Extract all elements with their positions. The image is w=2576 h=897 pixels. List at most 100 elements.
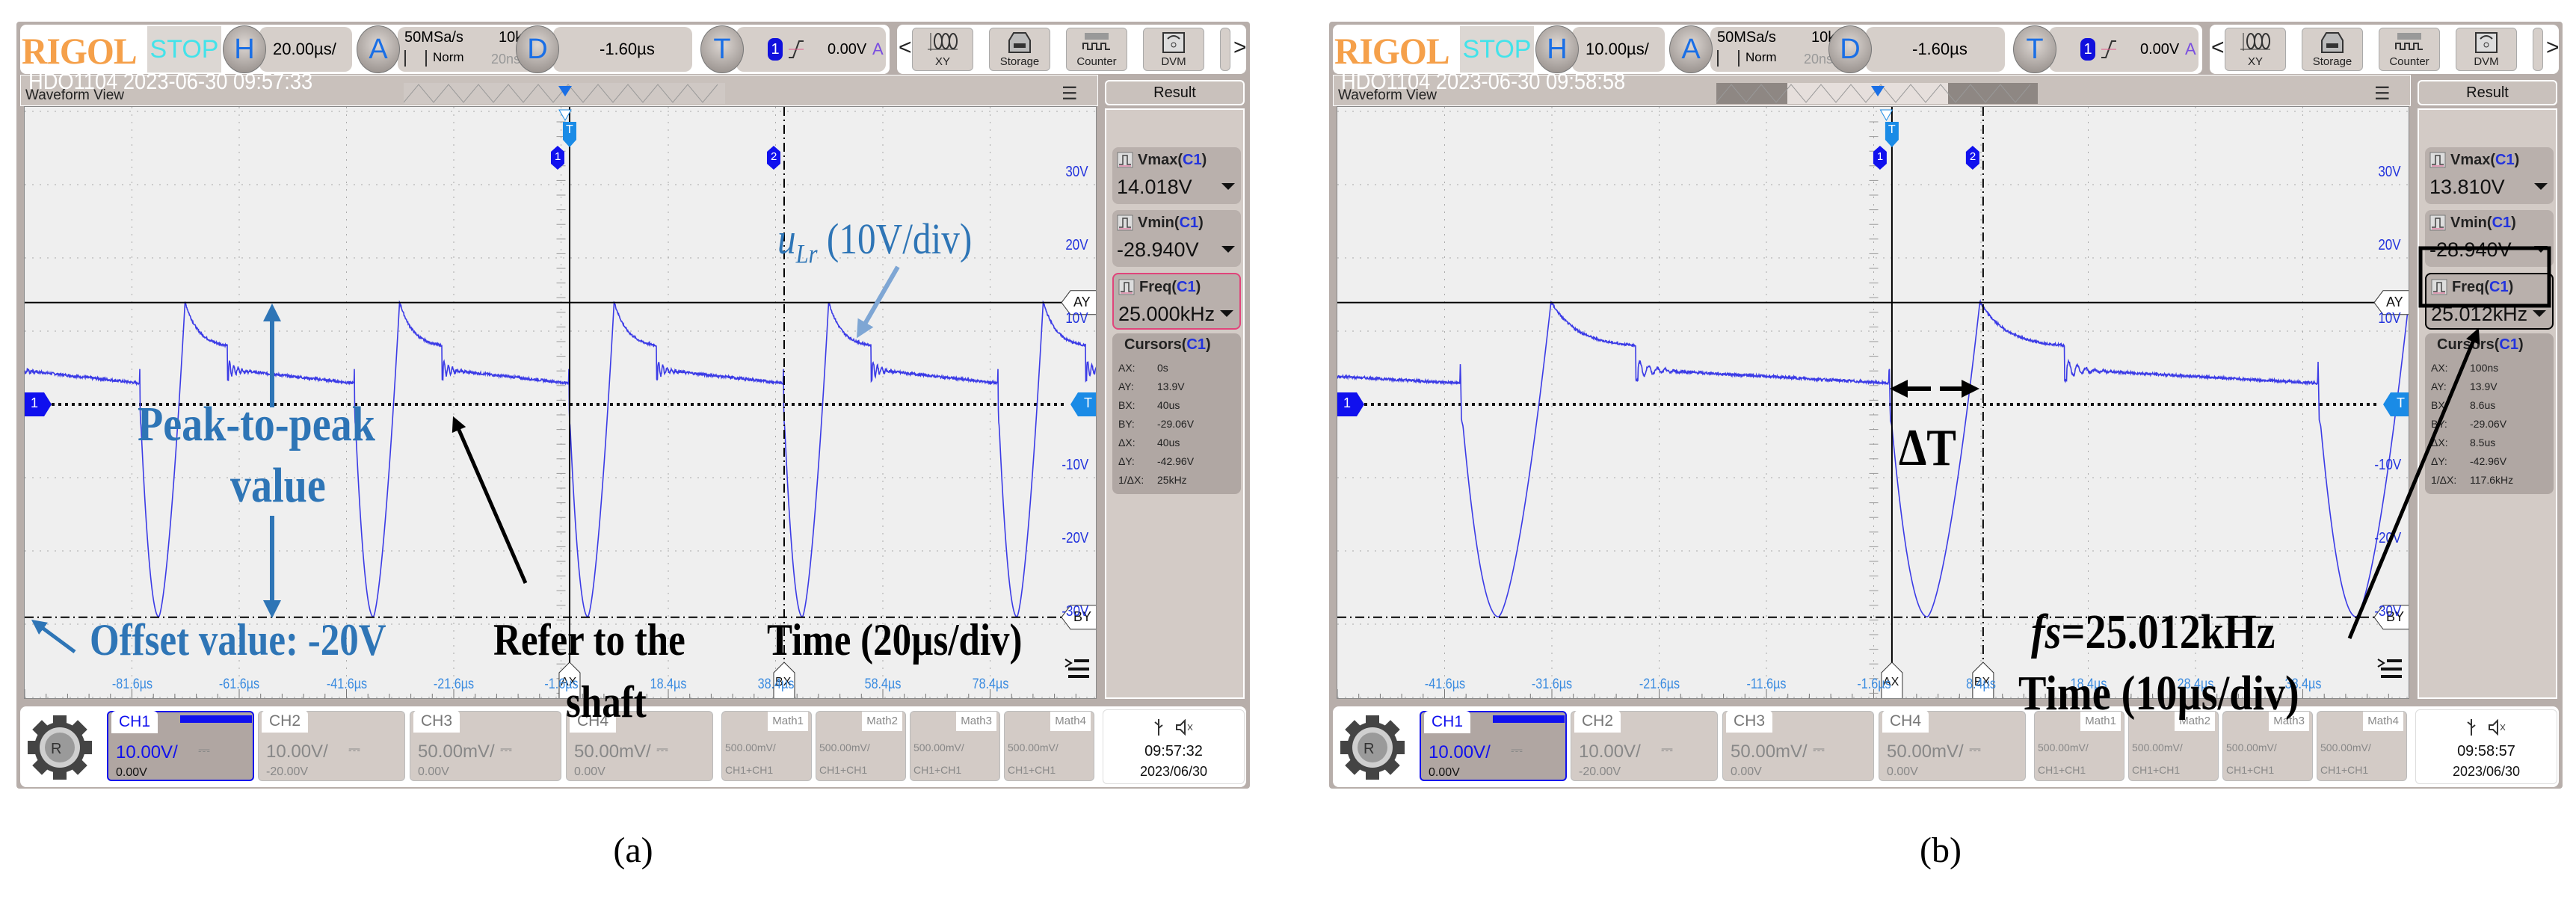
- counter-icon: [2379, 31, 2439, 55]
- y-axis-tick-label: -20V: [2374, 530, 2401, 546]
- channel-3-button[interactable]: CH3 50.00mV/ ⎓ 0.00V: [1722, 710, 1874, 781]
- channel-label: CH1: [111, 711, 158, 733]
- math-2-button[interactable]: Math2 500.00mV/CH1+CH1: [816, 711, 906, 781]
- status-clock[interactable]: 09:58:57 2023/06/30: [2415, 709, 2557, 784]
- dropdown-arrow-icon[interactable]: [2534, 183, 2548, 190]
- cursor-marker-2-label: 2: [1969, 150, 1976, 163]
- y-axis-tick-label: 20V: [2378, 237, 2401, 253]
- cursor-row: ΔY: -42.96V: [2431, 455, 2506, 467]
- math-1-button[interactable]: Math1 500.00mV/CH1+CH1: [721, 711, 812, 781]
- y-axis-tick-label: 30V: [1065, 164, 1088, 180]
- y-axis-tick-label: 10V: [1065, 310, 1088, 327]
- xy-app-button[interactable]: XY: [2225, 28, 2286, 71]
- apps-prev-button[interactable]: <: [899, 35, 912, 61]
- storage-app-button[interactable]: Storage: [989, 28, 1050, 71]
- measurement-vmax[interactable]: VmaxC1 13.810V: [2425, 147, 2554, 204]
- more-app-button[interactable]: [1220, 28, 1230, 71]
- channel1-marker-label: 1: [1343, 395, 1352, 410]
- channel-label: CH3: [413, 710, 460, 733]
- dvm-app-button[interactable]: DVM: [2456, 28, 2517, 71]
- dropdown-arrow-icon[interactable]: [1221, 246, 1235, 253]
- scroll-menu-icon[interactable]: [2376, 656, 2403, 682]
- cursor-key: ΔX:: [2431, 437, 2448, 449]
- trigger-mode: A: [2185, 40, 2196, 58]
- math-label: Math2: [862, 712, 902, 731]
- channel-2-button[interactable]: CH2 10.00V/ ⎓ -20.00V: [1571, 710, 1718, 781]
- apps-next-button[interactable]: >: [2546, 35, 2560, 61]
- measurement-name: VmaxC1: [2450, 152, 2519, 169]
- y-axis-tick-label: -30V: [1061, 603, 1088, 620]
- d-menu-button[interactable]: D: [516, 25, 559, 73]
- time-scale-annotation: Time (20µs/div): [767, 615, 1023, 665]
- xy-app-button[interactable]: XY: [912, 28, 973, 71]
- cursor-label: Cursors: [1124, 336, 1182, 353]
- channel-1-button[interactable]: CH1 10.00V/ ⎓ 0.00V: [1420, 711, 1567, 781]
- x-axis-tick-label: 78.4µs: [972, 676, 1008, 692]
- view-menu-icon[interactable]: ☰: [1061, 83, 1078, 105]
- cursor-marker-1-label: 1: [554, 150, 561, 163]
- dvm-app-button[interactable]: DVM: [1143, 28, 1204, 71]
- apps-prev-button[interactable]: <: [2211, 35, 2225, 61]
- app-shortcuts: < XY Storage Counter DVM >: [2210, 25, 2560, 74]
- cursor-row: 1/ΔX: 117.6kHz: [2431, 474, 2513, 486]
- measurement-vmin[interactable]: VminC1 -28.940V: [2425, 210, 2554, 267]
- cursor-key: 1/ΔX:: [2431, 474, 2457, 486]
- view-menu-icon[interactable]: ☰: [2374, 83, 2391, 105]
- rising-edge-icon: [2100, 38, 2118, 64]
- app-shortcuts: < XY Storage Counter DVM >: [897, 25, 1247, 74]
- scroll-menu-icon[interactable]: [1064, 656, 1091, 682]
- x-axis-tick-label: 58.4µs: [864, 676, 902, 692]
- dropdown-arrow-icon[interactable]: [1221, 183, 1235, 190]
- h-menu-button[interactable]: H: [1535, 25, 1579, 73]
- measurement-vmin[interactable]: VminC1 -28.940V: [1112, 210, 1241, 267]
- waveform-overview-strip[interactable]: [1716, 83, 2038, 104]
- cursor-title: CursorsC1: [2437, 336, 2524, 354]
- run-stop-button[interactable]: STOP: [1460, 26, 1534, 73]
- channel-2-button[interactable]: CH2 10.00V/ ⎓ -20.00V: [258, 710, 405, 781]
- measurement-label: Vmax: [2450, 152, 2491, 168]
- dropdown-arrow-icon[interactable]: [2534, 246, 2548, 253]
- counter-app-button[interactable]: Counter: [2379, 28, 2440, 71]
- math-expression: CH1+CH1: [2038, 764, 2086, 776]
- measurement-freq[interactable]: FreqC1 25.000kHz: [1112, 273, 1241, 330]
- status-clock[interactable]: 09:57:32 2023/06/30: [1103, 709, 1245, 784]
- t-menu-button[interactable]: T: [2013, 25, 2056, 73]
- t-menu-button[interactable]: T: [700, 25, 744, 73]
- h-menu-button[interactable]: H: [223, 25, 266, 73]
- d-menu-button[interactable]: D: [1828, 25, 1872, 73]
- more-app-button[interactable]: [2533, 28, 2543, 71]
- channel-1-button[interactable]: CH1 10.00V/ ⎓ 0.00V: [107, 711, 254, 781]
- time-scale-annotation: Time (10µs/div): [2018, 666, 2299, 721]
- dropdown-arrow-icon[interactable]: [1220, 310, 1233, 317]
- math-3-button[interactable]: Math3 500.00mV/CH1+CH1: [910, 711, 1000, 781]
- cursor-key: AX:: [2431, 362, 2448, 374]
- cursor-key: BX:: [2431, 399, 2448, 411]
- math-4-button[interactable]: Math4 500.00mV/CH1+CH1: [1004, 711, 1094, 781]
- measure-icon: [2431, 279, 2447, 299]
- measurement-source: C1: [1177, 152, 1207, 168]
- y-axis-tick-label: 30V: [2378, 164, 2401, 180]
- dropdown-arrow-icon[interactable]: [2533, 310, 2546, 317]
- storage-app-button[interactable]: Storage: [2302, 28, 2363, 71]
- settings-gear-icon[interactable]: R: [1337, 715, 1408, 780]
- channel-label: CH1: [1424, 711, 1471, 733]
- refer-annotation: Refer to the: [493, 615, 685, 665]
- cursor-row: AY: 13.9V: [1118, 380, 1185, 392]
- run-stop-button[interactable]: STOP: [147, 26, 221, 73]
- channel-4-button[interactable]: CH4 50.00mV/ ⎓ 0.00V: [1879, 710, 2026, 781]
- measurement-vmax[interactable]: VmaxC1 14.018V: [1112, 147, 1241, 204]
- a-menu-button[interactable]: A: [357, 25, 400, 73]
- math-expression: CH1+CH1: [819, 764, 868, 776]
- apps-next-button[interactable]: >: [1233, 35, 1247, 61]
- waveform-overview-strip[interactable]: [403, 83, 725, 104]
- channel-offset: 0.00V: [1731, 765, 1762, 778]
- dc-coupling-icon: ⎓: [198, 742, 210, 759]
- counter-app-button[interactable]: Counter: [1066, 28, 1127, 71]
- capture-watermark: HDO1104 2023-06-30 09:57:33: [28, 68, 313, 94]
- math-4-button[interactable]: Math4 500.00mV/CH1+CH1: [2317, 711, 2407, 781]
- channel-3-button[interactable]: CH3 50.00mV/ ⎓ 0.00V: [410, 710, 561, 781]
- channel-scale: 10.00V/: [116, 742, 178, 762]
- measurement-freq[interactable]: FreqC1 25.012kHz: [2425, 273, 2554, 330]
- settings-gear-icon[interactable]: R: [25, 715, 95, 780]
- a-menu-button[interactable]: A: [1669, 25, 1713, 73]
